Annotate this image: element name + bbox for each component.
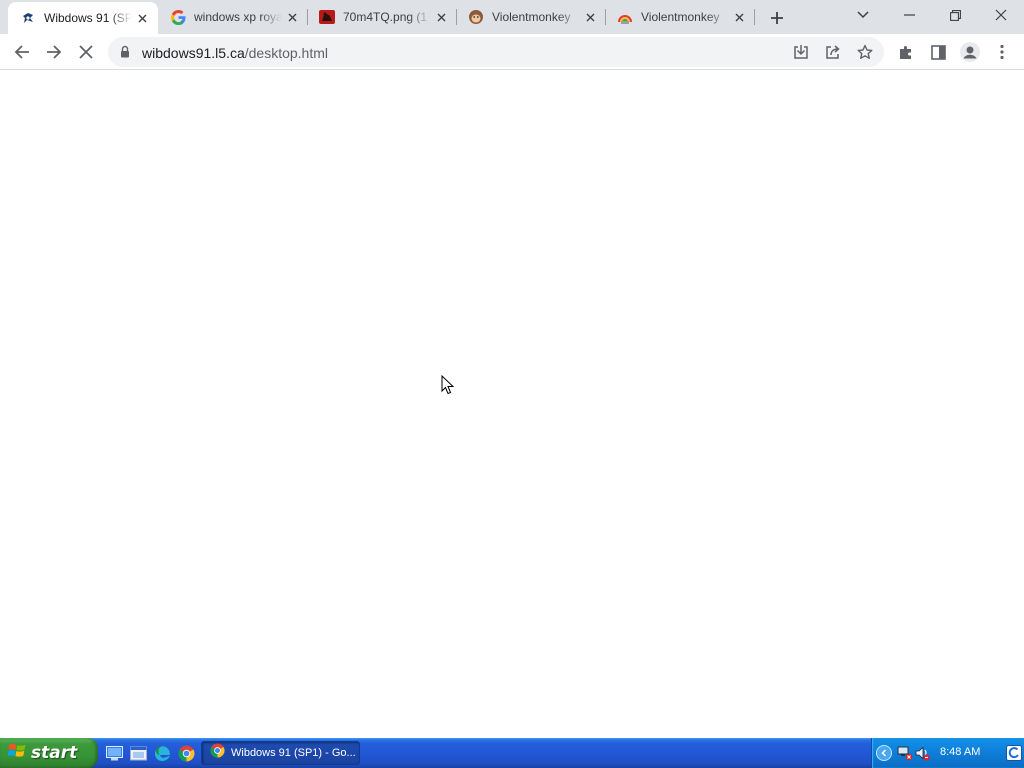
close-window-button[interactable] [978,0,1024,30]
browser-toolbar: wibdows91.l5.ca/desktop.html [0,34,1024,70]
tab-wibdows[interactable]: Wibdows 91 (SP1) [8,2,158,34]
windows-logo-icon [7,742,26,765]
extensions-button[interactable] [892,38,920,66]
violentmonkey-favicon-icon [468,9,484,25]
close-tab-icon[interactable] [284,9,300,25]
tab-image[interactable]: 70m4TQ.png (1 [307,0,457,34]
taskbar-window-chrome[interactable]: Wibdows 91 (SP1) - Go... [201,741,360,765]
tray-expand-chevron-icon[interactable] [876,745,892,761]
mouse-cursor-icon [441,374,455,400]
forward-button[interactable] [40,38,68,66]
google-favicon-icon [170,9,186,25]
tab-title: Wibdows 91 (SP1) [44,11,132,25]
close-tab-icon[interactable] [582,9,598,25]
tab-google-search[interactable]: windows xp royale [158,0,308,34]
explorer-icon[interactable] [128,743,148,763]
side-panel-button[interactable] [924,38,952,66]
url-text[interactable]: wibdows91.l5.ca/desktop.html [142,45,328,61]
screen: Wibdows 91 (SP1) windows xp royale [0,0,1024,768]
install-app-icon[interactable] [789,40,813,64]
network-icon[interactable] [897,745,913,766]
tab-separator [754,9,755,25]
notification-icon[interactable] [1006,745,1022,761]
back-button[interactable] [8,38,36,66]
taskbar-window-title: Wibdows 91 (SP1) - Go... [231,747,356,759]
chrome-icon[interactable] [176,743,196,763]
tab-title: Violentmonkey [492,10,571,24]
tab-search-button[interactable] [840,0,886,30]
bookmark-star-icon[interactable] [853,40,877,64]
restore-button[interactable] [932,0,978,30]
start-label: start [31,743,78,763]
system-tray: 8:48 AM [871,738,1024,768]
close-tab-icon[interactable] [433,9,449,25]
chrome-menu-button[interactable] [988,38,1016,66]
violentmonkey-rainbow-favicon-icon [617,9,633,25]
tab-title: 70m4TQ.png (1 [343,10,428,24]
tab-violentmonkey-2[interactable]: Violentmonkey [605,0,755,34]
edge-icon[interactable] [152,743,172,763]
chrome-icon [210,743,225,763]
tab-title: Violentmonkey [641,10,720,24]
quick-launch [104,743,196,763]
tab-title: windows xp royale [194,10,282,24]
url-host: wibdows91.l5.ca [142,45,245,61]
lock-icon[interactable] [120,45,130,63]
taskbar: start Wibdows 91 (SP1) - Go... 8:48 AM [0,738,1024,768]
address-bar[interactable]: wibdows91.l5.ca/desktop.html [108,37,884,67]
clock[interactable]: 8:48 AM [940,746,980,758]
wibdows-favicon-icon [20,10,36,26]
stop-loading-button[interactable] [72,38,100,66]
url-path: /desktop.html [244,45,328,61]
close-tab-icon[interactable] [134,10,150,26]
tab-strip: Wibdows 91 (SP1) windows xp royale [0,0,1024,34]
show-desktop-icon[interactable] [104,743,124,763]
start-button[interactable]: start [0,738,98,768]
tab-violentmonkey[interactable]: Violentmonkey [456,0,606,34]
profile-avatar-button[interactable] [956,38,984,66]
minimize-button[interactable] [886,0,932,30]
page-content[interactable] [0,71,1024,738]
share-icon[interactable] [821,40,845,64]
volume-icon[interactable] [914,745,930,766]
new-tab-button[interactable] [766,7,788,29]
image-favicon-icon [319,9,335,25]
close-tab-icon[interactable] [731,9,747,25]
